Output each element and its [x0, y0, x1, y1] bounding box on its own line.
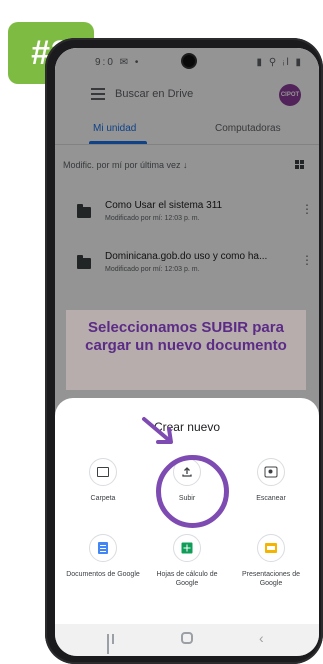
action-label: Documentos de Google [66, 571, 140, 578]
instruction-callout: Seleccionamos SUBIR para cargar un nuevo… [66, 310, 306, 390]
system-nav-bar: ‹ [55, 624, 319, 656]
home-icon[interactable] [181, 632, 193, 644]
action-label: Escanear [256, 495, 286, 502]
recents-icon[interactable] [107, 634, 119, 654]
sheet-title: Crear nuevo [153, 420, 221, 434]
callout-text: Seleccionamos SUBIR para cargar un nuevo… [85, 319, 287, 354]
docs-icon[interactable] [89, 534, 117, 562]
action-scan[interactable]: Escanear [231, 458, 311, 503]
pointer-arrow-icon [142, 417, 173, 444]
action-folder[interactable]: Carpeta [63, 458, 143, 503]
action-slides[interactable]: Presentaciones de Google [231, 534, 311, 588]
action-label: Carpeta [90, 495, 116, 502]
camera-icon[interactable] [257, 458, 285, 486]
action-label: Hojas de cálculo de Google [156, 571, 218, 587]
slides-icon[interactable] [257, 534, 285, 562]
action-label: Presentaciones de Google [242, 571, 300, 587]
sheets-icon[interactable] [173, 534, 201, 562]
action-docs[interactable]: Documentos de Google [63, 534, 143, 579]
back-icon[interactable]: ‹ [259, 631, 264, 645]
action-sheets[interactable]: Hojas de cálculo de Google [147, 534, 227, 588]
upload-highlight-circle [156, 455, 229, 528]
folder-button-icon[interactable] [89, 458, 117, 486]
